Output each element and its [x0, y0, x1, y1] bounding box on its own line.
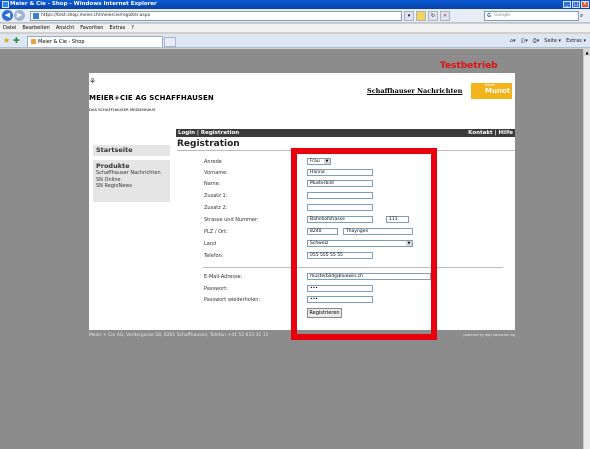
- nav-contact-help[interactable]: Kontakt | Hilfe: [468, 129, 513, 137]
- highlight-frame: [291, 148, 437, 340]
- google-icon: G: [487, 13, 492, 19]
- search-input[interactable]: G Google: [484, 11, 579, 21]
- tab-bar: ★ ✚ Meier & Cie - Shop ⌂▾ ◫▾ ⎙▾ Seite ▾ …: [0, 34, 590, 48]
- extras-menu-label: Extras: [566, 38, 582, 44]
- products-heading: Produkte: [96, 162, 130, 170]
- tab-favicon-icon: [31, 39, 36, 44]
- menu-item-ansicht[interactable]: Ansicht: [56, 24, 74, 32]
- sidebar: Startseite Produkte Schaffhauser Nachric…: [93, 145, 170, 202]
- crest-logo-icon: ⚘: [89, 77, 97, 86]
- page-title: Registration: [177, 139, 240, 149]
- new-tab-button[interactable]: [164, 37, 176, 47]
- label-plz-ort: PLZ / Ort:: [204, 229, 228, 235]
- label-telefon: Telefon:: [204, 253, 224, 259]
- company-subtitle: DAS SCHAFFHAUSER MEDIENHAUS: [89, 107, 156, 112]
- label-land: Land: [204, 241, 217, 247]
- page-menu-label: Seite: [544, 38, 557, 44]
- sn-logo[interactable]: Schaffhauser Nachrichten: [367, 87, 462, 95]
- label-strasse: Strasse und Nummer:: [204, 217, 259, 223]
- maximize-icon[interactable]: □: [572, 1, 580, 8]
- sidebar-item-sn[interactable]: Schaffhauser Nachrichten: [96, 170, 167, 177]
- window-titlebar: Meier & Cie - Shop - Windows Internet Ex…: [0, 0, 590, 9]
- page-footer: Meier + Cie AG, Vordergasse 58, 8201 Sch…: [89, 333, 515, 338]
- menu-item-bearbeiten[interactable]: Bearbeiten: [22, 24, 49, 32]
- ie-app-icon: [2, 1, 9, 8]
- minimize-icon[interactable]: _: [563, 1, 571, 8]
- sidebar-item-sn-regionews[interactable]: SN RegioNews: [96, 183, 167, 190]
- munot-label: Munot: [485, 87, 511, 95]
- address-toolbar: ◀ ▶ https://test.shop.meier.ch/meiercie/…: [0, 9, 590, 23]
- footer-address: Meier + Cie AG, Vordergasse 58, 8201 Sch…: [89, 333, 269, 338]
- forward-arrow-icon[interactable]: ▶: [14, 10, 25, 21]
- menu-bar: Datei Bearbeiten Ansicht Favoriten Extra…: [0, 24, 590, 33]
- back-arrow-icon[interactable]: ◀: [2, 10, 13, 21]
- label-passwort-wiederholen: Passwort wiederholen:: [204, 297, 261, 303]
- lock-icon[interactable]: [416, 11, 426, 21]
- dropdown-arrow-icon[interactable]: ▾: [404, 11, 414, 21]
- label-anrede: Anrede: [204, 159, 222, 165]
- powered-by[interactable]: powered by adp swisscom ag: [463, 333, 515, 337]
- radio-munot-logo[interactable]: Radio Munot: [471, 83, 512, 99]
- top-navigation: Login | Registration Kontakt | Hilfe: [176, 129, 515, 137]
- label-name: Name:: [204, 181, 221, 187]
- search-icon[interactable]: ⌕: [580, 11, 589, 21]
- label-email: E-Mail-Adresse:: [204, 274, 243, 280]
- company-title: MEIER+CIE AG SCHAFFHAUSEN: [89, 94, 214, 102]
- home-icon[interactable]: ⌂▾: [510, 36, 516, 46]
- address-buttons: ▾ ↻ ✕: [404, 11, 450, 21]
- label-vorname: Vorname:: [204, 170, 228, 176]
- print-icon[interactable]: ⎙▾: [533, 36, 540, 46]
- sidebar-products: Produkte Schaffhauser Nachrichten SN Onl…: [93, 160, 170, 202]
- tab-label: Meier & Cie - Shop: [38, 39, 85, 45]
- menu-item-datei[interactable]: Datei: [3, 24, 16, 32]
- label-passwort: Passwort:: [204, 286, 228, 292]
- search-placeholder: Google: [494, 13, 510, 18]
- command-bar: ⌂▾ ◫▾ ⎙▾ Seite ▾ Extras ▾: [510, 36, 586, 46]
- scroll-up-icon[interactable]: ▲: [584, 49, 590, 56]
- address-url: https://test.shop.meier.ch/meiercie/regi…: [41, 13, 151, 18]
- environment-badge: Testbetrieb: [440, 61, 498, 71]
- stop-icon[interactable]: ✕: [440, 11, 450, 21]
- page-icon: [33, 13, 39, 19]
- menu-item-extras[interactable]: Extras: [109, 24, 125, 32]
- page-menu[interactable]: Seite ▾: [544, 36, 561, 46]
- address-bar[interactable]: https://test.shop.meier.ch/meiercie/regi…: [30, 11, 402, 21]
- nav-login-registration[interactable]: Login | Registration: [178, 130, 239, 136]
- sidebar-item-home[interactable]: Startseite: [93, 145, 170, 156]
- label-zusatz1: Zusatz 1:: [204, 193, 228, 199]
- add-favorites-icon[interactable]: ✚: [13, 36, 20, 46]
- menu-item-help[interactable]: ?: [131, 24, 134, 32]
- label-zusatz2: Zusatz 2:: [204, 205, 228, 211]
- close-icon[interactable]: ×: [581, 1, 589, 8]
- menu-item-favoriten[interactable]: Favoriten: [80, 24, 103, 32]
- tab-meier-shop[interactable]: Meier & Cie - Shop: [27, 36, 163, 47]
- refresh-icon[interactable]: ↻: [428, 11, 438, 21]
- window-title: Meier & Cie - Shop - Windows Internet Ex…: [10, 1, 157, 7]
- feeds-icon[interactable]: ◫▾: [521, 36, 528, 46]
- extras-menu[interactable]: Extras ▾: [566, 36, 586, 46]
- vertical-scrollbar[interactable]: ▲: [583, 49, 590, 449]
- favorites-star-icon[interactable]: ★: [3, 36, 10, 46]
- window-controls: _ □ ×: [563, 0, 589, 8]
